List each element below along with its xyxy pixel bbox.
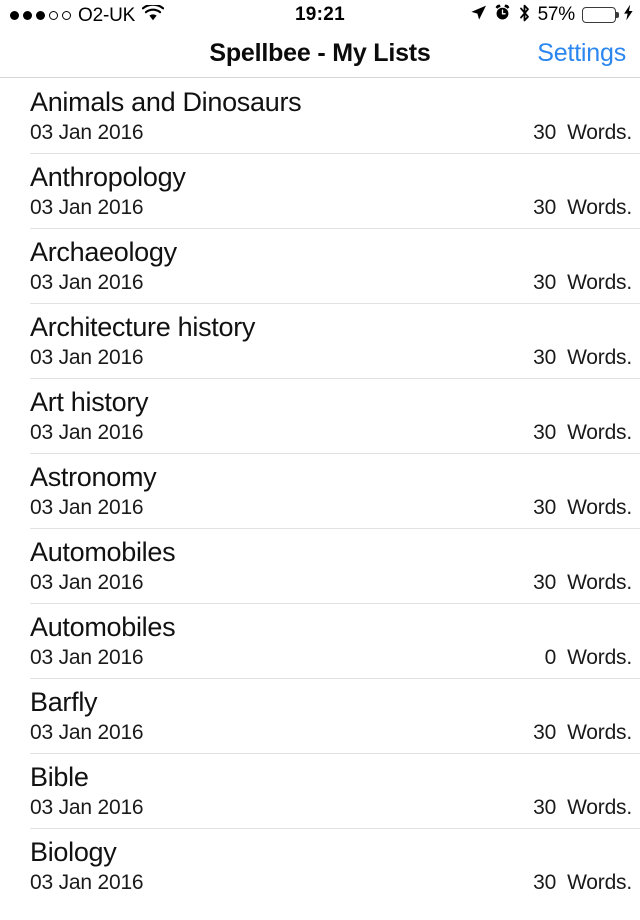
signal-dot: [36, 10, 45, 20]
list-item-meta: 03 Jan 2016 30 Words.: [30, 271, 632, 295]
word-count-value: 30: [533, 571, 557, 594]
status-bar-right: 57%: [470, 4, 640, 27]
list-item-meta: 03 Jan 2016 30 Words.: [30, 571, 632, 595]
lightning-bolt-icon: [623, 4, 634, 26]
list-item[interactable]: Astronomy 03 Jan 2016 30 Words.: [0, 453, 640, 528]
list-item-title: Anthropology: [30, 162, 186, 192]
list-item-meta: 03 Jan 2016 30 Words.: [30, 346, 632, 370]
clock: 19:21: [294, 4, 346, 25]
wifi-icon: [141, 3, 165, 26]
list-item-word-count: 30 Words.: [526, 346, 632, 370]
battery-percentage: 57%: [537, 4, 576, 25]
list-item-meta: 03 Jan 2016 30 Words.: [30, 121, 632, 145]
word-count-value: 30: [533, 346, 557, 369]
list-item-title: Astronomy: [30, 462, 157, 492]
list-item-word-count: 30 Words.: [526, 796, 632, 820]
list-item-title: Architecture history: [30, 312, 256, 342]
word-count-value: 30: [533, 496, 557, 519]
list-item-meta: 03 Jan 2016 30 Words.: [30, 421, 632, 445]
signal-dot: [49, 10, 58, 20]
list-item-title: Biology: [30, 837, 117, 867]
list-item-word-count: 30 Words.: [526, 421, 632, 445]
navigation-bar: Spellbee - My Lists Settings: [0, 30, 640, 78]
list-item-date: 03 Jan 2016: [30, 571, 144, 594]
signal-dot: [10, 10, 19, 20]
word-count-value: 30: [533, 796, 557, 819]
word-count-label: Words.: [567, 871, 632, 894]
list-item-date: 03 Jan 2016: [30, 796, 144, 819]
list-item-title: Archaeology: [30, 237, 177, 267]
list-item-date: 03 Jan 2016: [30, 271, 144, 294]
list-item-meta: 03 Jan 2016 30 Words.: [30, 796, 632, 820]
bluetooth-icon: [518, 4, 531, 27]
list-item-date: 03 Jan 2016: [30, 121, 144, 144]
list-item-meta: 03 Jan 2016 30 Words.: [30, 496, 632, 520]
word-count-value: 30: [533, 271, 557, 294]
list-item[interactable]: Biology 03 Jan 2016 30 Words.: [0, 828, 640, 903]
list-item[interactable]: Barfly 03 Jan 2016 30 Words.: [0, 678, 640, 753]
alarm-clock-icon: [494, 4, 511, 26]
list-item-title: Art history: [30, 387, 149, 417]
list-item-word-count: 30 Words.: [526, 571, 632, 595]
list-item-title: Bible: [30, 762, 89, 792]
list-item[interactable]: Animals and Dinosaurs 03 Jan 2016 30 Words.: [0, 78, 640, 153]
list-item-word-count: 30 Words.: [526, 871, 632, 895]
list-item-word-count: 0 Words.: [526, 646, 633, 670]
status-bar: O2-UK 19:21 57%: [0, 0, 640, 30]
word-count-label: Words.: [567, 196, 632, 219]
word-count-label: Words.: [567, 646, 632, 669]
list-item[interactable]: Automobiles 03 Jan 2016 30 Words.: [0, 528, 640, 603]
battery-icon: [582, 7, 616, 23]
word-count-label: Words.: [567, 346, 632, 369]
word-count-label: Words.: [567, 271, 632, 294]
list-item-title: Automobiles: [30, 612, 176, 642]
list-item[interactable]: Bible 03 Jan 2016 30 Words.: [0, 753, 640, 828]
list-item-word-count: 30 Words.: [526, 196, 632, 220]
word-count-value: 30: [533, 721, 557, 744]
signal-dot: [62, 10, 71, 20]
list-item[interactable]: Archaeology 03 Jan 2016 30 Words.: [0, 228, 640, 303]
list-item[interactable]: Architecture history 03 Jan 2016 30 Words.: [0, 303, 640, 378]
word-count-label: Words.: [567, 121, 632, 144]
word-count-value: 30: [533, 196, 557, 219]
word-count-label: Words.: [567, 496, 632, 519]
page-title: Spellbee - My Lists: [209, 39, 431, 67]
list-item-meta: 03 Jan 2016 0 Words.: [30, 646, 632, 670]
list-item-word-count: 30 Words.: [526, 496, 632, 520]
list-item-title: Automobiles: [30, 537, 176, 567]
list-item-date: 03 Jan 2016: [30, 871, 144, 894]
word-count-label: Words.: [567, 571, 632, 594]
word-count-label: Words.: [567, 721, 632, 744]
list-item-title: Barfly: [30, 687, 98, 717]
list-item-date: 03 Jan 2016: [30, 421, 144, 444]
list-item-word-count: 30 Words.: [526, 121, 632, 145]
signal-dot: [23, 10, 32, 20]
signal-strength-icon: [10, 10, 71, 20]
word-count-value: 30: [533, 871, 557, 894]
word-count-value: 0: [544, 646, 557, 669]
list-item-meta: 03 Jan 2016 30 Words.: [30, 196, 632, 220]
list-item[interactable]: Art history 03 Jan 2016 30 Words.: [0, 378, 640, 453]
word-list[interactable]: Animals and Dinosaurs 03 Jan 2016 30 Words.…: [0, 78, 640, 920]
word-count-label: Words.: [567, 421, 632, 444]
list-item-date: 03 Jan 2016: [30, 721, 144, 744]
list-item-meta: 03 Jan 2016 30 Words.: [30, 721, 632, 745]
list-item-date: 03 Jan 2016: [30, 196, 144, 219]
carrier-name: O2-UK: [78, 4, 136, 26]
list-item-meta: 03 Jan 2016 30 Words.: [30, 871, 632, 895]
word-count-value: 30: [533, 421, 557, 444]
list-item-date: 03 Jan 2016: [30, 496, 144, 519]
word-count-label: Words.: [567, 796, 632, 819]
location-arrow-icon: [470, 4, 487, 26]
list-item-title: Animals and Dinosaurs: [30, 87, 302, 117]
status-bar-left: O2-UK: [0, 3, 165, 26]
word-count-value: 30: [533, 121, 557, 144]
list-item-date: 03 Jan 2016: [30, 646, 144, 669]
list-item-date: 03 Jan 2016: [30, 346, 144, 369]
list-item[interactable]: Automobiles 03 Jan 2016 0 Words.: [0, 603, 640, 678]
list-item[interactable]: Anthropology 03 Jan 2016 30 Words.: [0, 153, 640, 228]
list-item-word-count: 30 Words.: [526, 271, 632, 295]
list-item-word-count: 30 Words.: [526, 721, 632, 745]
